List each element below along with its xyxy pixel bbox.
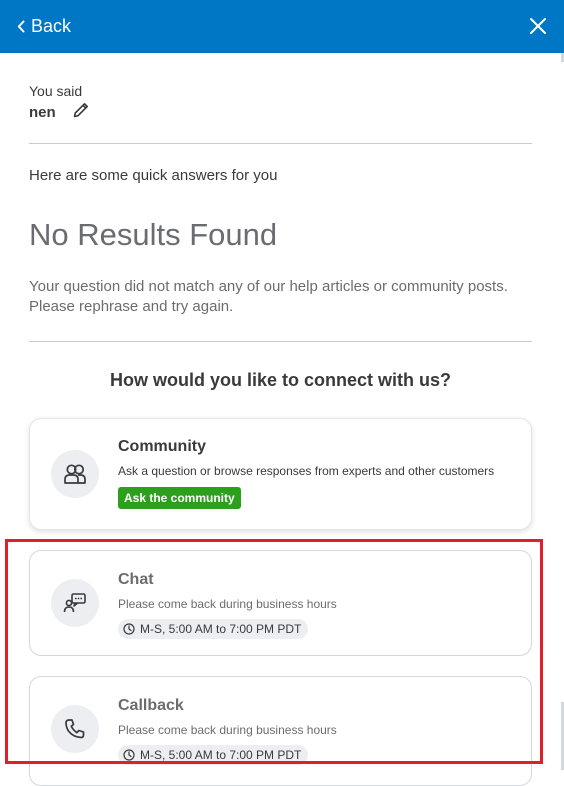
pencil-icon[interactable]	[72, 101, 90, 119]
connect-heading: How would you like to connect with us?	[109, 370, 451, 390]
no-results-title: No Results Found	[29, 217, 278, 252]
quick-answers-intro: Here are some quick answers for you	[29, 167, 278, 184]
callback-description: Please come back during business hours	[118, 723, 337, 737]
community-icon	[51, 450, 99, 498]
clock-icon	[123, 749, 135, 761]
query-text: nen	[29, 104, 56, 121]
no-results-description: Your question did not match any of our h…	[29, 278, 508, 315]
chat-title: Chat	[118, 571, 154, 588]
community-title: Community	[118, 438, 206, 455]
callback-title: Callback	[118, 697, 184, 714]
callback-hours-text: M-S, 5:00 AM to 7:00 PM PDT	[140, 748, 302, 762]
community-card[interactable]: Community Ask a question or browse respo…	[29, 418, 532, 530]
back-label: Back	[31, 15, 72, 36]
close-icon[interactable]	[528, 16, 548, 36]
chevron-left-icon	[17, 20, 25, 32]
callback-hours-badge: M-S, 5:00 AM to 7:00 PM PDT	[118, 745, 309, 765]
ask-community-button[interactable]: Ask the community	[118, 487, 241, 509]
scrollbar[interactable]	[559, 62, 564, 702]
divider	[29, 341, 532, 342]
divider	[29, 143, 532, 144]
chat-card[interactable]: Chat Please come back during business ho…	[29, 550, 532, 656]
header-bar: Back	[0, 0, 564, 53]
phone-icon	[51, 705, 99, 753]
clock-icon	[123, 623, 135, 635]
chat-hours-text: M-S, 5:00 AM to 7:00 PM PDT	[140, 622, 302, 636]
chat-hours-badge: M-S, 5:00 AM to 7:00 PM PDT	[118, 619, 309, 639]
back-button[interactable]: Back	[17, 14, 71, 38]
chat-description: Please come back during business hours	[118, 597, 337, 611]
you-said-label: You said	[29, 83, 83, 99]
chat-icon	[51, 579, 99, 627]
community-description: Ask a question or browse responses from …	[118, 464, 495, 478]
